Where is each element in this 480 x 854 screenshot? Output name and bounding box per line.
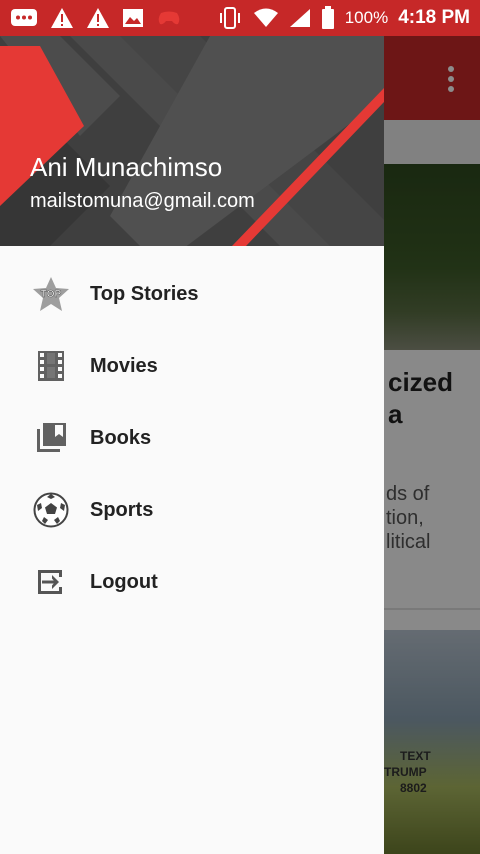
svg-text:TOP: TOP (41, 289, 62, 300)
image-icon (122, 8, 144, 28)
drawer-header: Ani Munachimso mailstomuna@gmail.com (0, 36, 384, 246)
drawer-item-label: Sports (90, 498, 154, 521)
drawer-item-logout[interactable]: Logout (0, 546, 384, 618)
drawer-item-books[interactable]: Books (0, 402, 384, 474)
drawer-item-top-stories[interactable]: TOP Top Stories (0, 258, 384, 330)
header-background-art (0, 36, 384, 246)
battery-percentage: 100% (344, 8, 389, 27)
profile-email: mailstomuna@gmail.com (30, 190, 255, 212)
drawer-item-label: Movies (90, 354, 158, 377)
drawer-item-label: Logout (90, 570, 158, 593)
soccer-ball-icon (32, 491, 70, 529)
warning-icon (50, 7, 74, 29)
drawer-menu: TOP Top Stories Movies Books Sports Logo… (0, 258, 384, 618)
status-bar: 100% 4:18 PM (0, 0, 480, 36)
top-badge-icon: TOP (32, 275, 70, 313)
clock: 4:18 PM (398, 7, 470, 28)
messages-icon (10, 7, 38, 29)
navigation-drawer: Ani Munachimso mailstomuna@gmail.com TOP… (0, 36, 384, 854)
exit-icon (32, 563, 70, 601)
drawer-item-movies[interactable]: Movies (0, 330, 384, 402)
drawer-item-label: Top Stories (90, 282, 199, 305)
film-strip-icon (32, 347, 70, 385)
drawer-item-sports[interactable]: Sports (0, 474, 384, 546)
vibrate-icon (217, 7, 243, 29)
controller-icon (156, 9, 182, 27)
wifi-icon (253, 8, 279, 28)
battery-icon (321, 6, 335, 30)
signal-icon (289, 8, 311, 28)
drawer-item-label: Books (90, 426, 152, 449)
library-books-icon (32, 419, 70, 457)
profile-name: Ani Munachimso (30, 152, 223, 182)
warning-icon (86, 7, 110, 29)
